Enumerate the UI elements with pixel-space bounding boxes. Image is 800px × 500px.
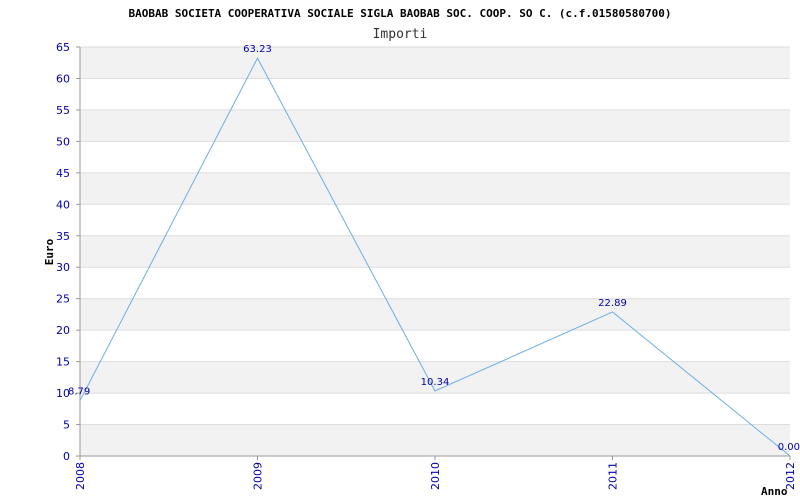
line-chart: BAOBAB SOCIETA COOPERATIVA SOCIALE SIGLA… [43, 7, 800, 498]
y-tick-label: 35 [56, 230, 70, 243]
y-tick-label: 60 [56, 72, 70, 85]
y-axis-label: Euro [43, 238, 56, 265]
y-tick-label: 5 [63, 419, 70, 432]
x-tick-label: 2009 [252, 462, 265, 490]
x-tick-label: 2011 [607, 462, 620, 490]
grid-band [80, 298, 790, 331]
data-label: 22.89 [598, 298, 627, 309]
y-tick-label: 50 [56, 135, 70, 148]
x-tick-label: 2010 [429, 462, 442, 490]
data-label: 63.23 [243, 44, 272, 55]
x-tick-label: 2008 [74, 462, 87, 490]
grid-band [80, 109, 790, 142]
x-axis-label: Anno [761, 485, 788, 498]
chart-subtitle: Importi [373, 27, 428, 42]
y-tick-label: 55 [56, 104, 70, 117]
y-tick-label: 0 [63, 450, 70, 463]
y-tick-label: 20 [56, 324, 70, 337]
grid-band [80, 424, 790, 456]
chart-title: BAOBAB SOCIETA COOPERATIVA SOCIALE SIGLA… [128, 7, 671, 20]
y-tick-label: 15 [56, 356, 70, 369]
y-tick-label: 30 [56, 261, 70, 274]
grid-band [80, 235, 790, 268]
y-tick-label: 40 [56, 198, 70, 211]
grid-band [80, 172, 790, 205]
data-label: 0.00 [778, 442, 800, 453]
plot-area: 051015202530354045505560652008 2009 2010 20… [56, 41, 800, 490]
y-tick-label: 45 [56, 167, 70, 180]
data-label: 8.79 [68, 387, 90, 398]
y-tick-label: 65 [56, 41, 70, 54]
y-tick-label: 25 [56, 293, 70, 306]
grid-band [80, 47, 790, 79]
data-label: 10.34 [421, 377, 450, 388]
